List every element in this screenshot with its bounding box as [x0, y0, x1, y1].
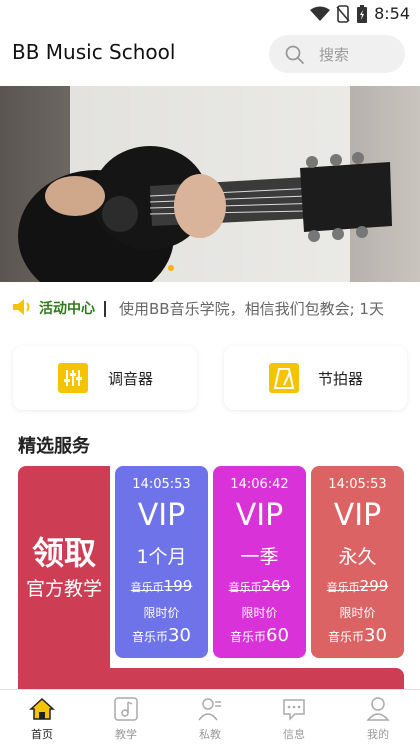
- coin-unit: 音乐币: [230, 630, 267, 644]
- bottom-tab-bar: 首页 教学 私教 信息 我的: [0, 689, 420, 746]
- search-placeholder: 搜索: [319, 46, 350, 64]
- private-tutor-icon: [198, 698, 221, 721]
- vip-limit-label: 限时价: [339, 606, 376, 620]
- carousel-indicator: [168, 265, 246, 271]
- tab-messages[interactable]: 信息: [252, 690, 336, 746]
- tuner-label: 调音器: [108, 370, 154, 388]
- carousel-dot[interactable]: [180, 265, 186, 271]
- price-value: 30: [168, 625, 191, 646]
- tab-home[interactable]: 首页: [0, 690, 84, 746]
- carousel-dot[interactable]: [240, 265, 246, 271]
- vip-original-price: 音乐币199: [115, 577, 208, 595]
- carousel-dot[interactable]: [216, 265, 222, 271]
- vip-card-quarterly[interactable]: 14:06:42 VIP 一季 音乐币269 限时价 音乐币60: [213, 466, 306, 658]
- battery-icon: [357, 4, 368, 23]
- tuner-icon: [58, 363, 88, 393]
- app-header: BB Music School 搜索: [0, 30, 420, 76]
- carousel-dot[interactable]: [204, 265, 210, 271]
- metronome-button[interactable]: 节拍器: [224, 346, 407, 410]
- promo-strip[interactable]: [18, 668, 404, 690]
- price-value: 30: [364, 625, 387, 646]
- claim-subtitle: 官方教学: [25, 578, 102, 600]
- tab-label: 私教: [199, 728, 221, 741]
- no-sim-icon: [336, 4, 350, 23]
- banner-carousel[interactable]: [0, 86, 420, 282]
- search-input[interactable]: 搜索: [269, 35, 405, 73]
- speaker-icon: [13, 299, 30, 315]
- carousel-dot[interactable]: [168, 265, 174, 271]
- vip-period: 一季: [240, 546, 279, 568]
- notice-bar[interactable]: 活动中心 使用BB音乐学院，相信我们包教会; 1天: [12, 294, 412, 322]
- vip-limit-label: 限时价: [241, 606, 278, 620]
- status-bar: 8:54: [0, 0, 420, 28]
- vip-period: 1个月: [136, 546, 187, 568]
- tab-label: 首页: [31, 728, 53, 741]
- status-time: 8:54: [374, 4, 410, 23]
- vip-title: VIP: [137, 498, 186, 533]
- vip-limit-label: 限时价: [143, 606, 180, 620]
- app-title: BB Music School: [12, 40, 176, 64]
- vip-price: 音乐币30: [311, 625, 404, 646]
- metronome-label: 节拍器: [318, 370, 364, 388]
- notice-divider: [104, 301, 106, 317]
- vip-title: VIP: [333, 498, 382, 533]
- wifi-icon: [310, 6, 331, 21]
- vip-timer: 14:05:53: [132, 477, 191, 492]
- vip-title: VIP: [235, 498, 284, 533]
- section-title: 精选服务: [18, 436, 90, 457]
- notice-title: 活动中心: [39, 301, 95, 317]
- tab-label: 教学: [115, 728, 137, 741]
- price-value: 60: [266, 625, 289, 646]
- original-price-value: 269: [261, 577, 291, 595]
- tuner-button[interactable]: 调音器: [13, 346, 197, 410]
- vip-period: 永久: [338, 546, 377, 568]
- music-note-icon: [114, 697, 138, 721]
- vip-timer: 14:06:42: [230, 477, 289, 492]
- coin-unit: 音乐币: [132, 630, 169, 644]
- metronome-icon: [269, 363, 299, 393]
- claim-tutorial-card[interactable]: 领取 官方教学: [18, 466, 110, 674]
- coin-unit: 音乐币: [328, 630, 365, 644]
- home-icon: [29, 697, 55, 720]
- vip-original-price: 音乐币269: [213, 577, 306, 595]
- guitar-photo: [0, 86, 420, 282]
- carousel-dot[interactable]: [192, 265, 198, 271]
- vip-timer: 14:05:53: [328, 477, 387, 492]
- profile-icon: [366, 697, 390, 721]
- tab-profile[interactable]: 我的: [336, 690, 420, 746]
- vip-card-monthly[interactable]: 14:05:53 VIP 1个月 音乐币199 限时价 音乐币30: [115, 466, 208, 658]
- original-price-value: 299: [359, 577, 389, 595]
- original-price-value: 199: [163, 577, 193, 595]
- vip-price: 音乐币30: [115, 625, 208, 646]
- tab-private-tutor[interactable]: 私教: [168, 690, 252, 746]
- search-icon: [285, 45, 304, 64]
- coin-unit: 音乐币: [228, 581, 262, 594]
- claim-title: 领取: [31, 534, 96, 572]
- vip-card-lifetime[interactable]: 14:05:53 VIP 永久 音乐币299 限时价 音乐币30: [311, 466, 404, 658]
- tab-label: 我的: [367, 728, 389, 741]
- vip-original-price: 音乐币299: [311, 577, 404, 595]
- tab-teaching[interactable]: 教学: [84, 690, 168, 746]
- vip-price: 音乐币60: [213, 625, 306, 646]
- notice-text: 使用BB音乐学院，相信我们包教会; 1天: [119, 300, 384, 318]
- tab-label: 信息: [283, 728, 305, 741]
- coin-unit: 音乐币: [326, 581, 360, 594]
- coin-unit: 音乐币: [130, 581, 164, 594]
- message-icon: [283, 699, 305, 721]
- carousel-dot[interactable]: [228, 265, 234, 271]
- status-icons: 8:54: [310, 4, 410, 23]
